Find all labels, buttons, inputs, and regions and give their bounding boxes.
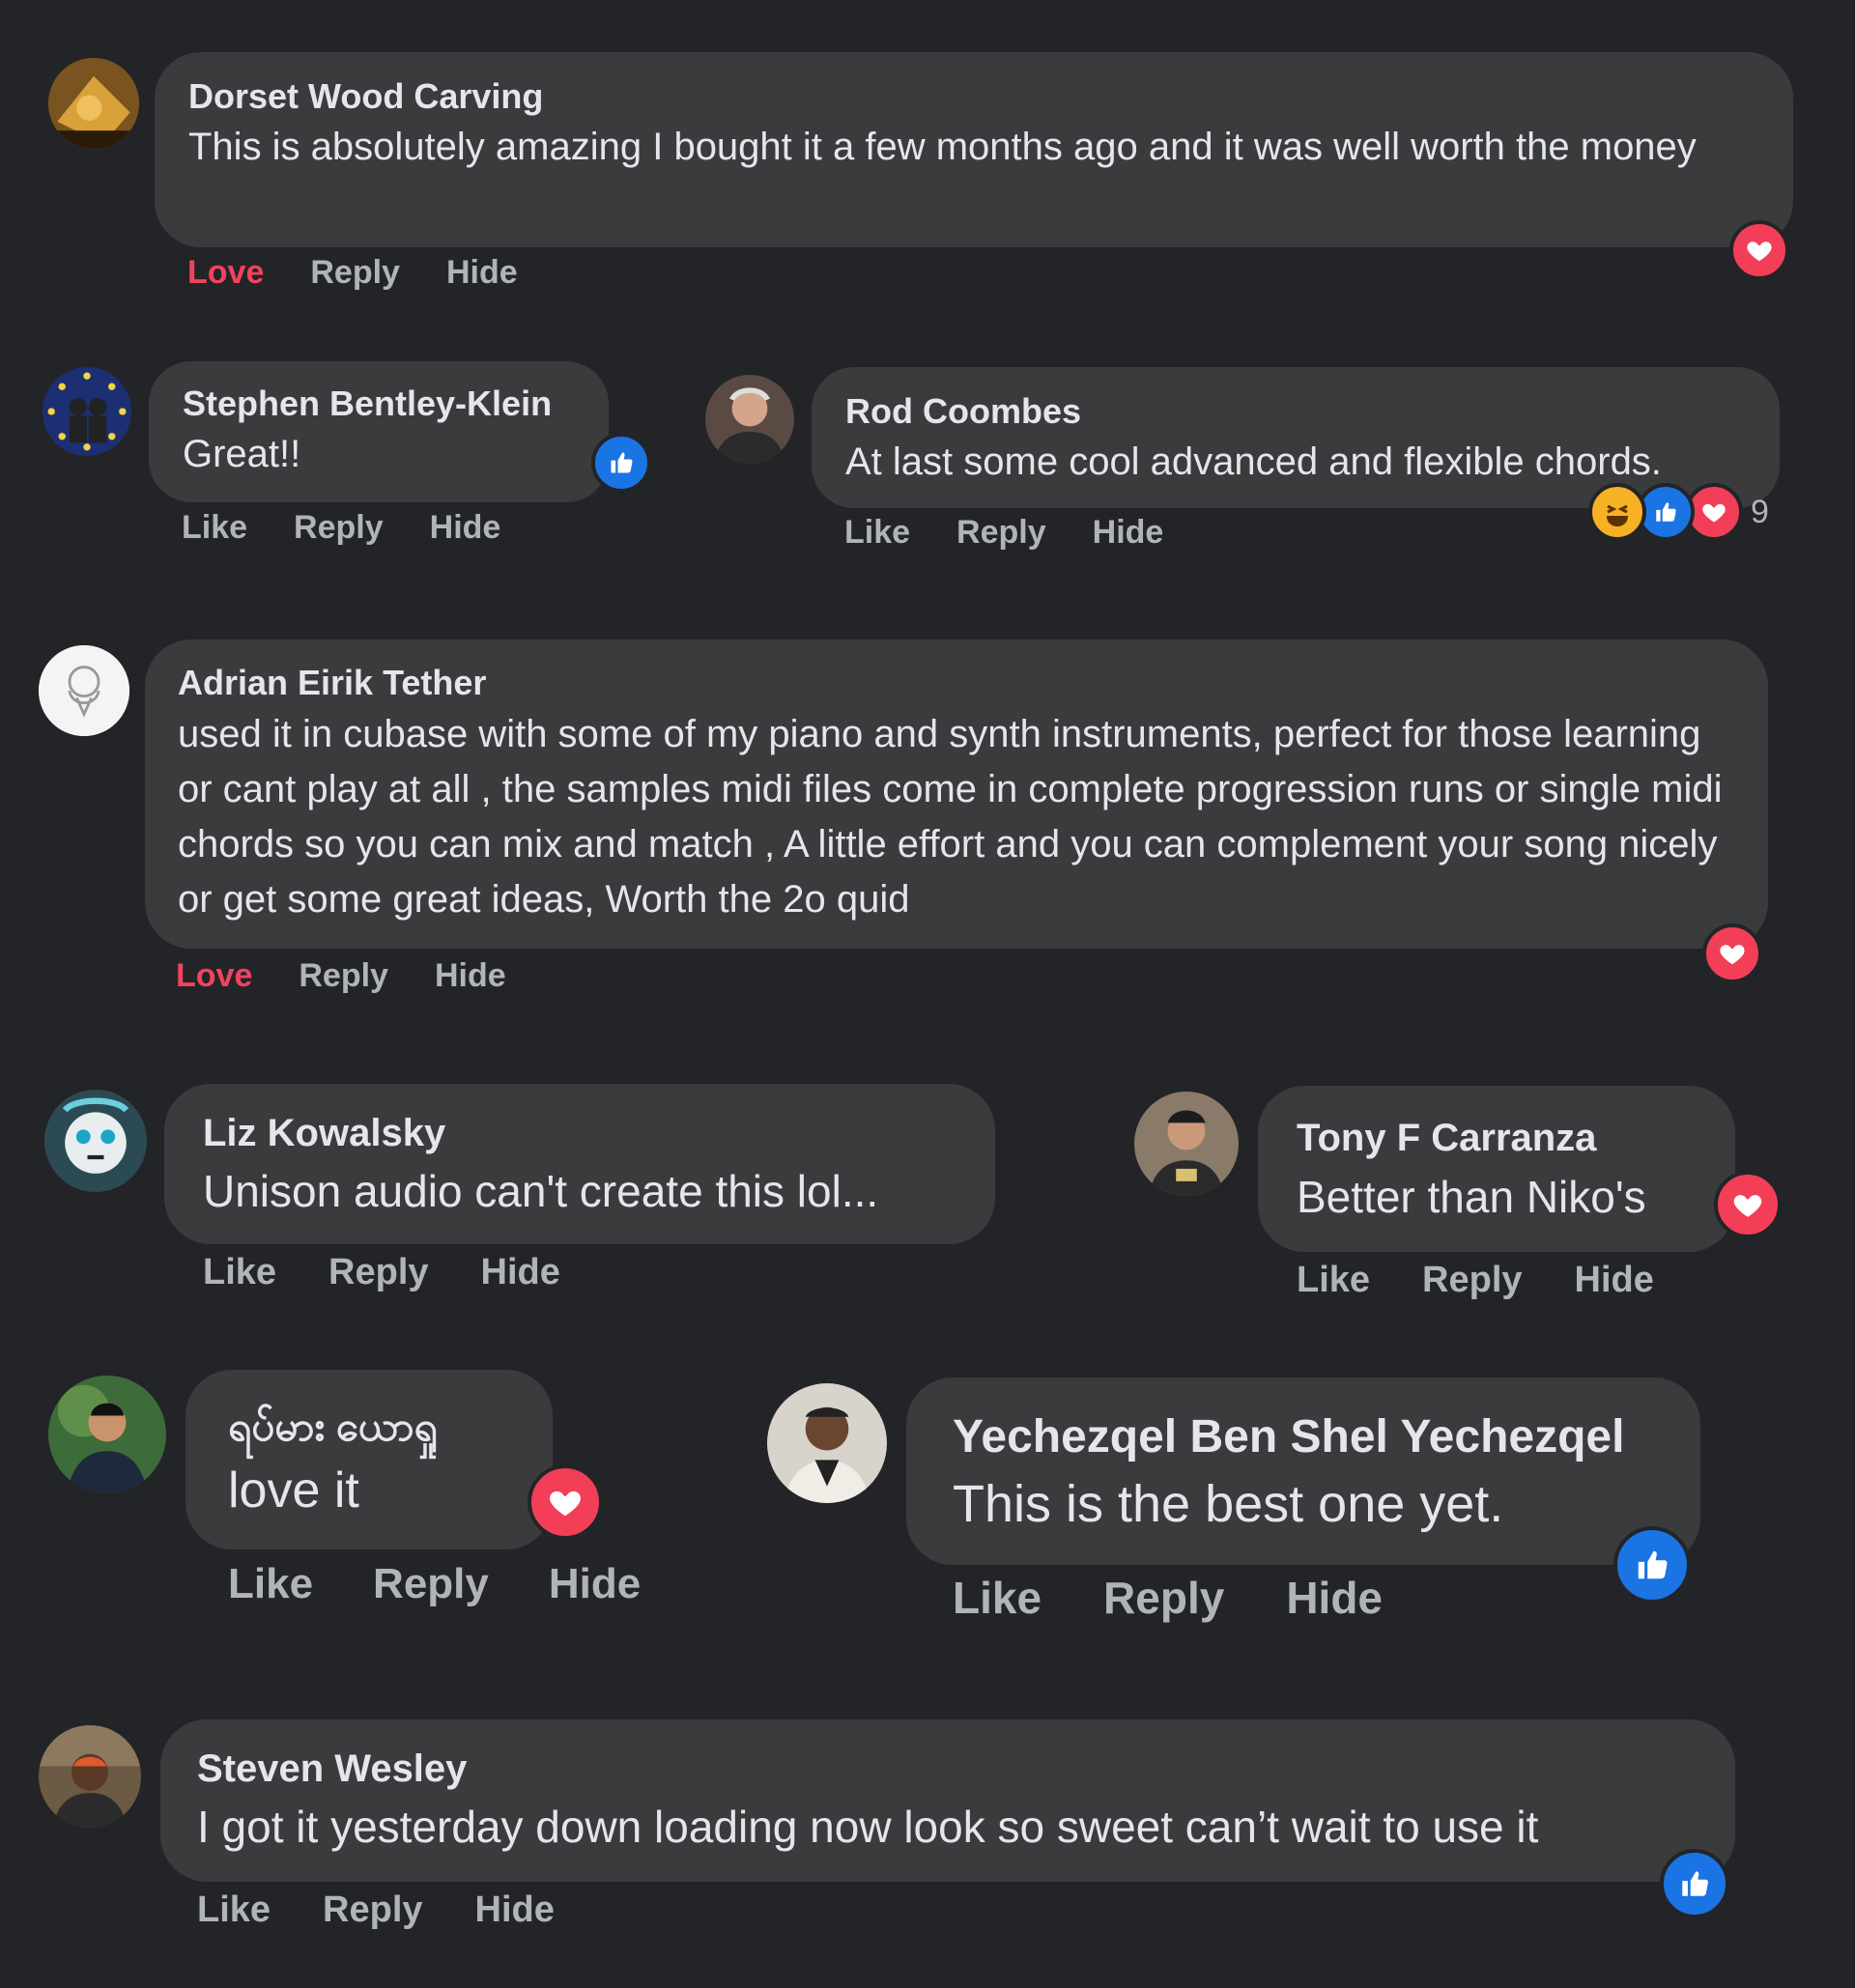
comment-actions: Like Reply Hide [197, 1888, 555, 1932]
comment-text: used it in cubase with some of my piano … [178, 713, 1723, 921]
comment-actions: Like Reply Hide [203, 1250, 560, 1294]
like-icon[interactable] [1660, 1849, 1729, 1918]
hide-button[interactable]: Hide [1093, 513, 1164, 552]
hide-button[interactable]: Hide [1286, 1571, 1383, 1625]
comment-text: This is the best one yet. [953, 1475, 1504, 1533]
hide-button[interactable]: Hide [1575, 1258, 1654, 1302]
hide-button[interactable]: Hide [549, 1559, 641, 1609]
comment-actions: Like Reply Hide [953, 1571, 1383, 1625]
comment-bubble: ရပ်မား ယောရှု love it [186, 1370, 553, 1549]
like-icon[interactable] [1613, 1526, 1691, 1604]
heart-icon[interactable] [1714, 1171, 1782, 1238]
reaction-summary[interactable]: 9 [1588, 483, 1769, 541]
comment-text: This is absolutely amazing I bought it a… [188, 126, 1697, 168]
comment-bubble: Tony F Carranza Better than Niko's [1258, 1086, 1735, 1252]
reply-button[interactable]: Reply [956, 513, 1046, 552]
avatar[interactable] [39, 1725, 141, 1828]
comment-bubble: Dorset Wood Carving This is absolutely a… [155, 52, 1793, 247]
comment-text: Better than Niko's [1297, 1172, 1646, 1222]
comment-author[interactable]: Rod Coombes [845, 388, 1751, 435]
like-button[interactable]: Like [953, 1571, 1042, 1625]
reply-button[interactable]: Reply [1103, 1571, 1224, 1625]
comment-text: love it [228, 1463, 359, 1519]
hide-button[interactable]: Hide [435, 956, 506, 995]
avatar[interactable] [705, 375, 794, 464]
like-button[interactable]: Like [844, 513, 910, 552]
avatar[interactable] [44, 1090, 147, 1192]
avatar[interactable] [48, 58, 139, 149]
comment-author[interactable]: Stephen Bentley-Klein [183, 381, 580, 427]
heart-icon[interactable] [528, 1464, 603, 1540]
comment-text: I got it yesterday down loading now look… [197, 1802, 1539, 1852]
comment-author[interactable]: ရပ်မား ယောရှု [228, 1397, 524, 1457]
comment-author[interactable]: Steven Wesley [197, 1743, 1706, 1795]
comment-author[interactable]: Dorset Wood Carving [188, 73, 1758, 120]
avatar[interactable] [48, 1376, 166, 1493]
like-button[interactable]: Like [203, 1250, 276, 1294]
hide-button[interactable]: Hide [475, 1888, 555, 1932]
like-button[interactable]: Like [182, 508, 247, 547]
haha-icon [1588, 483, 1646, 541]
comment-actions: Love Reply Hide [187, 253, 518, 292]
reply-button[interactable]: Reply [373, 1559, 489, 1609]
reply-button[interactable]: Reply [299, 956, 388, 995]
reply-button[interactable]: Reply [310, 253, 400, 292]
comment-bubble: Steven Wesley I got it yesterday down lo… [160, 1719, 1735, 1882]
comment-actions: Like Reply Hide [228, 1559, 641, 1609]
love-button[interactable]: Love [176, 956, 252, 995]
comment-bubble: Stephen Bentley-Klein Great!! [149, 361, 609, 502]
reply-button[interactable]: Reply [294, 508, 384, 547]
comment-author[interactable]: Yechezqel Ben Shel Yechezqel [953, 1406, 1671, 1468]
comment-actions: Like Reply Hide [844, 513, 1163, 552]
comment-actions: Like Reply Hide [182, 508, 500, 547]
like-button[interactable]: Like [1297, 1258, 1370, 1302]
like-button[interactable]: Like [228, 1559, 313, 1609]
heart-icon[interactable] [1729, 220, 1789, 280]
like-icon[interactable] [591, 433, 651, 493]
hide-button[interactable]: Hide [481, 1250, 560, 1294]
hide-button[interactable]: Hide [446, 253, 518, 292]
comment-actions: Love Reply Hide [176, 956, 506, 995]
comment-bubble: Liz Kowalsky Unison audio can't create t… [164, 1084, 995, 1244]
reaction-count: 9 [1751, 493, 1769, 530]
comment-text: Unison audio can't create this lol... [203, 1166, 879, 1216]
reply-button[interactable]: Reply [323, 1888, 422, 1932]
comment-text: At last some cool advanced and flexible … [845, 440, 1662, 483]
comment-actions: Like Reply Hide [1297, 1258, 1654, 1302]
avatar[interactable] [767, 1383, 887, 1503]
reply-button[interactable]: Reply [328, 1250, 428, 1294]
avatar[interactable] [1134, 1092, 1239, 1196]
like-button[interactable]: Like [197, 1888, 271, 1932]
comment-text: Great!! [183, 433, 301, 475]
hide-button[interactable]: Hide [430, 508, 501, 547]
avatar[interactable] [43, 367, 131, 456]
avatar[interactable] [39, 645, 129, 736]
reply-button[interactable]: Reply [1422, 1258, 1522, 1302]
comment-bubble: Adrian Eirik Tether used it in cubase wi… [145, 639, 1768, 949]
heart-icon[interactable] [1702, 923, 1762, 983]
love-button[interactable]: Love [187, 253, 264, 292]
comment-author[interactable]: Adrian Eirik Tether [178, 659, 1733, 707]
comment-bubble: Yechezqel Ben Shel Yechezqel This is the… [906, 1377, 1700, 1565]
comment-author[interactable]: Liz Kowalsky [203, 1107, 966, 1159]
comment-author[interactable]: Tony F Carranza [1297, 1111, 1706, 1165]
